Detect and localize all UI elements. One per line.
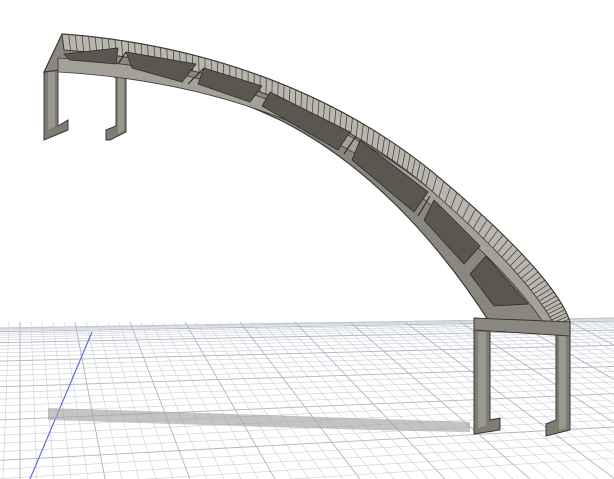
model-viewport[interactable] — [0, 0, 614, 479]
grid-line — [162, 321, 242, 479]
grid-line — [0, 371, 614, 394]
grid-line — [0, 356, 614, 376]
ground-grid — [0, 317, 614, 479]
grid-line — [261, 321, 395, 479]
grid-line — [0, 361, 614, 382]
grid-line — [0, 352, 614, 371]
grid-line — [184, 321, 276, 479]
grid-line — [404, 321, 614, 479]
model-shadow — [48, 408, 470, 432]
grid-line — [0, 381, 614, 407]
grid-line — [41, 321, 55, 479]
grid-line — [30, 321, 38, 479]
right-leg-left-face — [478, 332, 486, 428]
grid-line — [294, 321, 446, 479]
grid-line — [0, 348, 614, 366]
grid-line — [141, 449, 614, 479]
grid-line — [52, 321, 72, 479]
right-leg-right-face — [559, 334, 566, 430]
grid-line — [173, 321, 259, 479]
left-leg-outer-face — [48, 68, 55, 130]
grid-line — [151, 321, 225, 479]
left-leg-outer — [43, 63, 69, 141]
grid-line — [349, 321, 531, 479]
right-leg-right — [545, 329, 571, 437]
grid-line — [63, 321, 89, 479]
grid-line — [0, 441, 614, 479]
grid-line — [0, 365, 614, 388]
3d-scene-canvas[interactable] — [0, 0, 614, 479]
